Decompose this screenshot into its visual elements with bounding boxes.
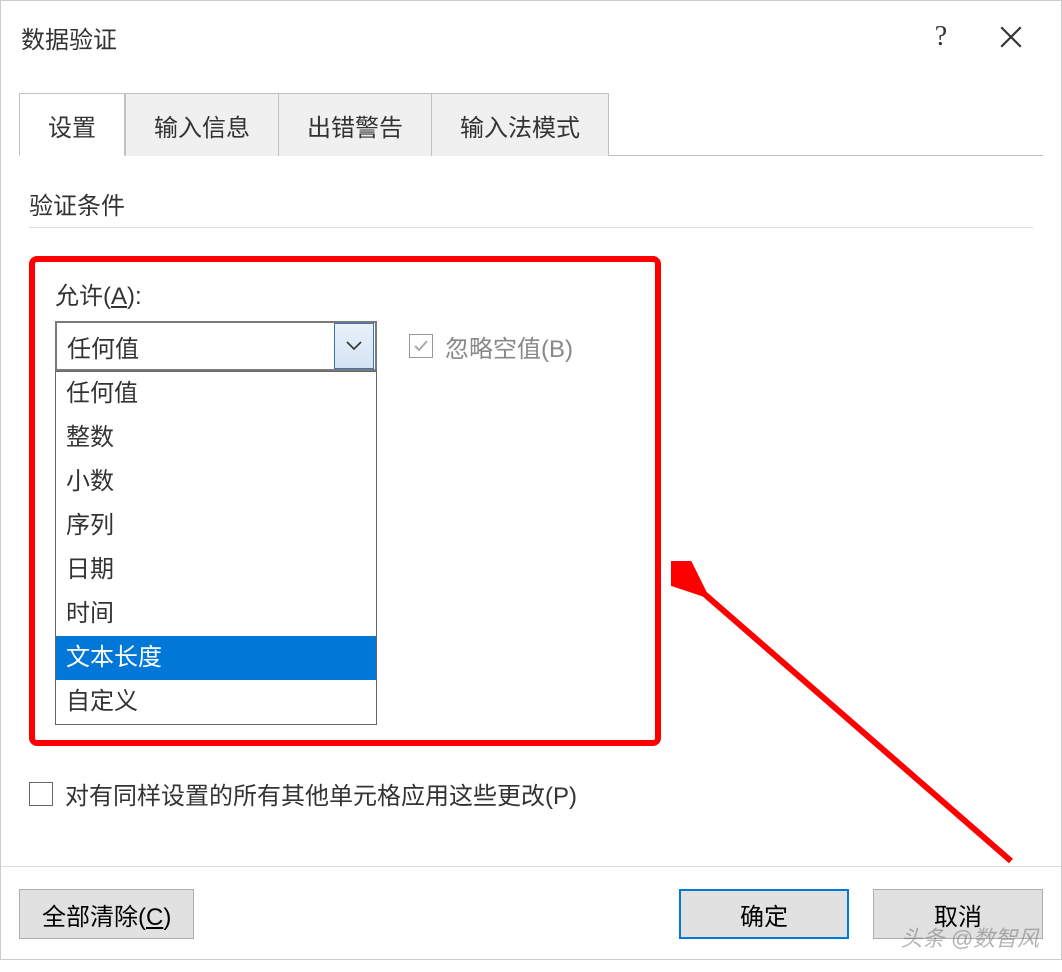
checkbox-icon [29,782,53,806]
titlebar: 数据验证 ? [1,1,1061,73]
dialog-title: 数据验证 [21,20,117,55]
list-item[interactable]: 任何值 [56,372,376,416]
list-item[interactable]: 小数 [56,460,376,504]
allow-dropdown-list[interactable]: 任何值 整数 小数 序列 日期 时间 文本长度 自定义 [55,371,377,725]
help-button[interactable]: ? [911,1,971,73]
tab-error-alert[interactable]: 出错警告 [279,93,432,156]
list-item-selected[interactable]: 文本长度 [56,636,376,680]
chevron-down-icon [346,341,362,351]
list-item[interactable]: 时间 [56,592,376,636]
ignore-blank-checkbox[interactable]: 忽略空值(B) [409,329,573,364]
list-item[interactable]: 序列 [56,504,376,548]
allow-label-key: A [111,283,127,310]
allow-label-pre: 允许( [55,283,111,310]
close-button[interactable] [981,1,1041,73]
list-item[interactable]: 自定义 [56,680,376,724]
allow-combobox[interactable]: 任何值 [55,321,377,371]
divider [29,227,1033,228]
watermark: 头条 @数智风 [901,921,1039,953]
apply-all-label: 对有同样设置的所有其他单元格应用这些更改(P) [65,776,577,811]
highlight-annotation: 允许(A): 任何值 忽略空值(B) 任何值 整数 [29,256,661,746]
section-label: 验证条件 [29,186,1033,221]
list-item[interactable]: 整数 [56,416,376,460]
apply-all-checkbox[interactable]: 对有同样设置的所有其他单元格应用这些更改(P) [29,776,1033,811]
tab-input-message[interactable]: 输入信息 [125,93,279,156]
checkmark-icon [413,338,429,354]
content: 验证条件 允许(A): 任何值 忽略空值(B) [1,156,1061,811]
allow-label: 允许(A): [55,276,635,311]
tab-ime-mode[interactable]: 输入法模式 [432,93,609,156]
list-item[interactable]: 日期 [56,548,376,592]
combo-value: 任何值 [57,329,333,364]
combo-dropdown-button[interactable] [334,323,374,369]
data-validation-dialog: 数据验证 ? 设置 输入信息 出错警告 输入法模式 验证条件 允许(A): 任何… [0,0,1062,960]
tabstrip: 设置 输入信息 出错警告 输入法模式 [19,93,1043,156]
ok-button[interactable]: 确定 [679,889,849,939]
allow-label-post: ): [127,283,142,310]
ignore-blank-label: 忽略空值(B) [445,329,573,364]
close-icon [998,24,1024,50]
tab-settings[interactable]: 设置 [19,93,125,156]
checkbox-icon [409,334,433,358]
clear-all-button[interactable]: 全部清除(C) [19,889,194,939]
